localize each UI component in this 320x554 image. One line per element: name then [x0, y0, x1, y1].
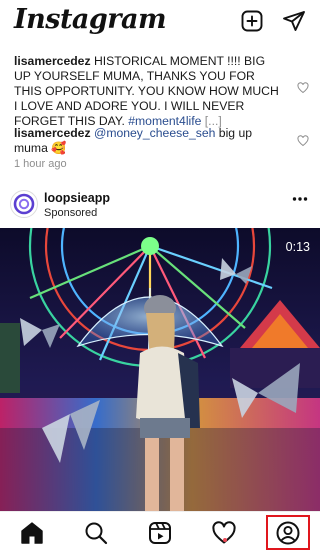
- post-video-image: [0, 228, 320, 511]
- comment-mention[interactable]: @money_cheese_seh: [91, 126, 215, 140]
- new-post-button[interactable]: [240, 9, 264, 33]
- post-header: loopsieapp Sponsored: [0, 186, 320, 226]
- nav-search-button[interactable]: [83, 520, 109, 546]
- more-horizontal-icon: [292, 197, 308, 201]
- activity-notification-dot: [223, 538, 227, 542]
- comment-like-button[interactable]: [297, 135, 309, 147]
- comment-item: lisamercedez @money_cheese_seh big up mu…: [14, 126, 284, 156]
- profile-highlight-box: [266, 515, 310, 550]
- heart-outline-icon: [297, 135, 309, 147]
- activity-heart-icon: [212, 521, 236, 544]
- home-icon: [21, 522, 43, 544]
- post-timestamp: 1 hour ago: [14, 158, 67, 170]
- post-username[interactable]: loopsieapp: [44, 191, 110, 205]
- video-duration: 0:13: [285, 240, 310, 254]
- heart-outline-icon: [297, 82, 309, 94]
- nav-home-button[interactable]: [19, 520, 45, 546]
- post-media[interactable]: 0:13: [0, 228, 320, 511]
- comment-username[interactable]: lisamercedez: [14, 126, 91, 140]
- comment-item: lisamercedez HISTORICAL MOMENT !!!! BIG …: [14, 54, 284, 129]
- paper-plane-icon: [283, 11, 305, 31]
- plus-square-icon: [241, 10, 263, 32]
- top-bar: Instagram: [0, 0, 320, 44]
- comment-like-button[interactable]: [297, 82, 309, 94]
- reels-icon: [149, 522, 171, 544]
- direct-messages-button[interactable]: [282, 9, 306, 33]
- nav-activity-button[interactable]: [211, 520, 237, 546]
- nav-reels-button[interactable]: [147, 520, 173, 546]
- loopsie-logo-icon: [13, 193, 35, 215]
- sponsored-label: Sponsored: [44, 207, 98, 219]
- avatar[interactable]: [10, 190, 38, 218]
- instagram-logo[interactable]: Instagram: [14, 4, 167, 35]
- post-options-button[interactable]: [292, 196, 308, 212]
- comment-username[interactable]: lisamercedez: [14, 54, 91, 68]
- search-icon: [85, 522, 108, 545]
